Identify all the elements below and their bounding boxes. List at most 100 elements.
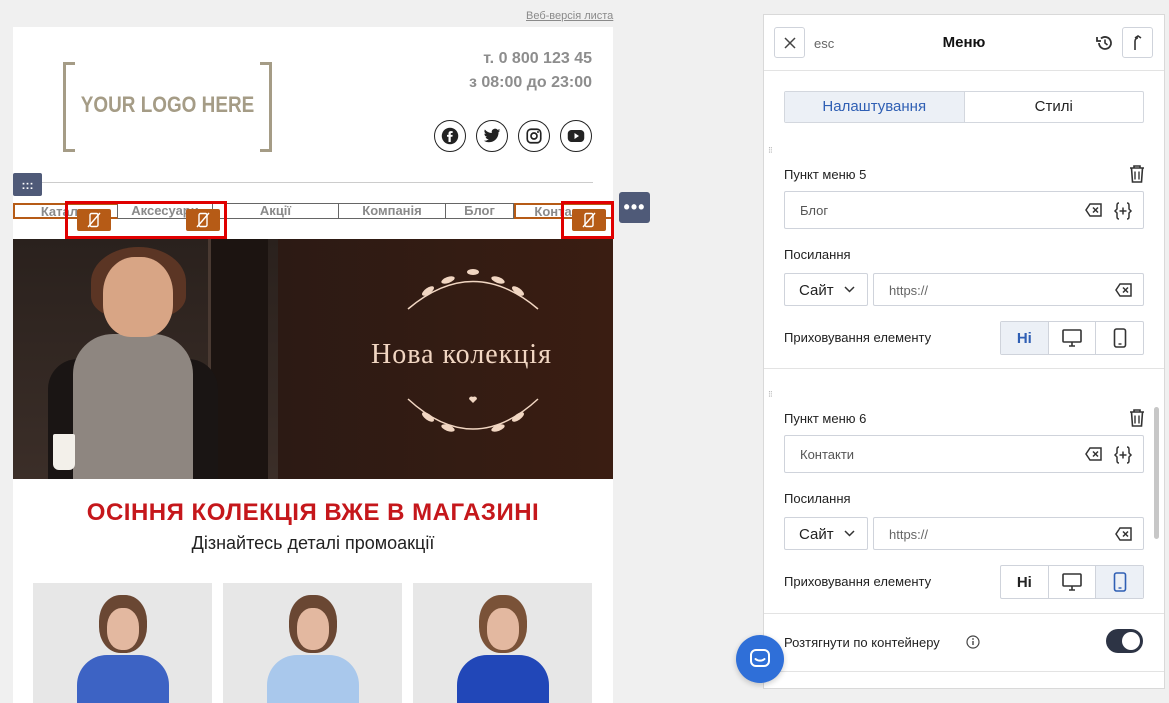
hide-none-option[interactable]: Ні xyxy=(1001,566,1049,598)
settings-panel: esc Меню Налаштування Стилі ⁝⁝ Пункт мен… xyxy=(763,14,1165,689)
clear-icon[interactable] xyxy=(1085,203,1103,222)
block-drag-handle[interactable]: ::: xyxy=(13,173,42,196)
hidden-on-mobile-icon[interactable] xyxy=(572,209,606,231)
panel-tabs[interactable]: Налаштування Стилі xyxy=(784,91,1144,123)
chat-support-button[interactable] xyxy=(736,635,784,683)
link-type-value: Сайт xyxy=(799,282,834,299)
logo-text: YOUR LOGO HERE xyxy=(80,92,255,117)
promo-headline: ОСІННЯ КОЛЕКЦІЯ ВЖЕ В МАГАЗИНІ xyxy=(86,499,540,526)
hide-element-label: Приховування елементу xyxy=(784,330,932,345)
chevron-down-icon xyxy=(844,530,855,537)
hero-photo xyxy=(13,239,278,479)
logo-bracket-right xyxy=(260,62,272,152)
trash-icon[interactable] xyxy=(1128,164,1146,189)
hero-banner[interactable]: Нова колекція xyxy=(13,239,613,479)
hero-cup xyxy=(53,434,75,470)
url-input[interactable]: https:// xyxy=(873,517,1144,550)
twitter-icon[interactable] xyxy=(476,120,508,152)
menu-item-5-heading: Пункт меню 5 xyxy=(784,167,867,182)
model-coat xyxy=(457,655,549,703)
social-icons[interactable] xyxy=(434,120,592,152)
scrollbar[interactable] xyxy=(1154,407,1159,539)
hide-desktop-option[interactable] xyxy=(1049,566,1097,598)
stretch-toggle[interactable] xyxy=(1106,629,1143,653)
drag-handle-icon[interactable]: ⁝⁝ xyxy=(768,146,773,155)
stretch-label: Розтягнути по контейнеру xyxy=(784,635,940,650)
drag-handle-icon[interactable]: ⁝⁝ xyxy=(768,390,773,399)
hide-element-toggle[interactable]: Ні xyxy=(1000,565,1144,599)
link-type-select[interactable]: Сайт xyxy=(784,273,868,306)
variable-icon[interactable] xyxy=(1113,201,1133,226)
chat-icon xyxy=(750,649,770,667)
hidden-on-mobile-icon[interactable] xyxy=(77,209,111,231)
hidden-on-mobile-icon[interactable] xyxy=(186,209,220,231)
arrow-up-icon xyxy=(1133,34,1141,50)
hide-element-label: Приховування елементу xyxy=(784,574,932,589)
toggle-knob xyxy=(1122,632,1140,650)
menu-item-6-name-value: Контакти xyxy=(800,447,855,462)
variable-icon[interactable] xyxy=(1113,445,1133,470)
link-label: Посилання xyxy=(784,491,851,506)
product-card[interactable] xyxy=(33,583,212,703)
promo-subheadline: Дізнайтесь деталі промоакції xyxy=(191,533,435,553)
section-divider xyxy=(764,671,1164,672)
product-card[interactable] xyxy=(413,583,592,703)
hide-desktop-option[interactable] xyxy=(1049,322,1097,354)
menu-item-blog[interactable]: Блог xyxy=(446,203,514,219)
menu-item-6-name-input[interactable]: Контакти xyxy=(784,435,1144,473)
email-canvas[interactable]: YOUR LOGO HERE т. 0 800 123 45 з 08:00 д… xyxy=(13,27,613,703)
youtube-icon[interactable] xyxy=(560,120,592,152)
menu-item-5-name-input[interactable]: Блог xyxy=(784,191,1144,229)
section-divider xyxy=(764,613,1164,614)
clear-icon[interactable] xyxy=(1115,527,1133,546)
mobile-icon xyxy=(1113,328,1126,348)
model-face xyxy=(107,608,139,650)
menu-item-6-heading: Пункт меню 6 xyxy=(784,411,867,426)
menu-item-company[interactable]: Компанія xyxy=(339,203,446,219)
contact-info[interactable]: т. 0 800 123 45 з 08:00 до 23:00 xyxy=(469,47,592,95)
wreath-top-decoration xyxy=(407,269,539,310)
hero-title: Нова колекція xyxy=(371,339,552,370)
trash-icon[interactable] xyxy=(1128,408,1146,433)
move-up-button[interactable] xyxy=(1122,27,1153,58)
url-value: https:// xyxy=(889,283,929,298)
hide-mobile-option[interactable] xyxy=(1096,322,1143,354)
wreath-bottom-decoration xyxy=(407,396,539,432)
link-type-value: Сайт xyxy=(799,526,834,543)
mobile-icon xyxy=(1113,572,1126,592)
hide-mobile-option[interactable] xyxy=(1096,566,1144,598)
url-input[interactable]: https:// xyxy=(873,273,1144,306)
logo-bracket-left xyxy=(63,62,75,152)
hero-face xyxy=(103,257,173,337)
tab-styles[interactable]: Стилі xyxy=(965,92,1144,122)
logo[interactable]: YOUR LOGO HERE xyxy=(63,62,272,152)
hide-none-option[interactable]: Ні xyxy=(1001,322,1049,354)
divider xyxy=(13,182,593,183)
link-type-select[interactable]: Сайт xyxy=(784,517,868,550)
chevron-down-icon xyxy=(844,286,855,293)
clear-icon[interactable] xyxy=(1085,447,1103,466)
menu-item-promotions[interactable]: Акції xyxy=(213,203,339,219)
more-options-button[interactable]: ••• xyxy=(619,192,650,223)
model-coat xyxy=(77,655,169,703)
clear-icon[interactable] xyxy=(1115,283,1133,302)
facebook-icon[interactable] xyxy=(434,120,466,152)
panel-header: esc Меню xyxy=(764,15,1164,71)
model-sweater xyxy=(267,655,359,703)
product-card[interactable] xyxy=(223,583,402,703)
web-version-link[interactable]: Веб-версія листа xyxy=(526,10,613,22)
info-icon[interactable] xyxy=(966,635,980,654)
phone-text: т. 0 800 123 45 xyxy=(483,50,592,67)
desktop-icon xyxy=(1062,329,1082,347)
hours-text: з 08:00 до 23:00 xyxy=(468,74,592,91)
menu-item-5-name-value: Блог xyxy=(800,203,829,218)
tab-settings[interactable]: Налаштування xyxy=(785,92,965,122)
history-icon[interactable] xyxy=(1095,33,1115,58)
link-label: Посилання xyxy=(784,247,851,262)
url-value: https:// xyxy=(889,527,929,542)
hide-element-toggle[interactable]: Ні xyxy=(1000,321,1144,355)
instagram-icon[interactable] xyxy=(518,120,550,152)
model-face xyxy=(487,608,519,650)
model-face xyxy=(297,608,329,650)
desktop-icon xyxy=(1062,573,1082,591)
